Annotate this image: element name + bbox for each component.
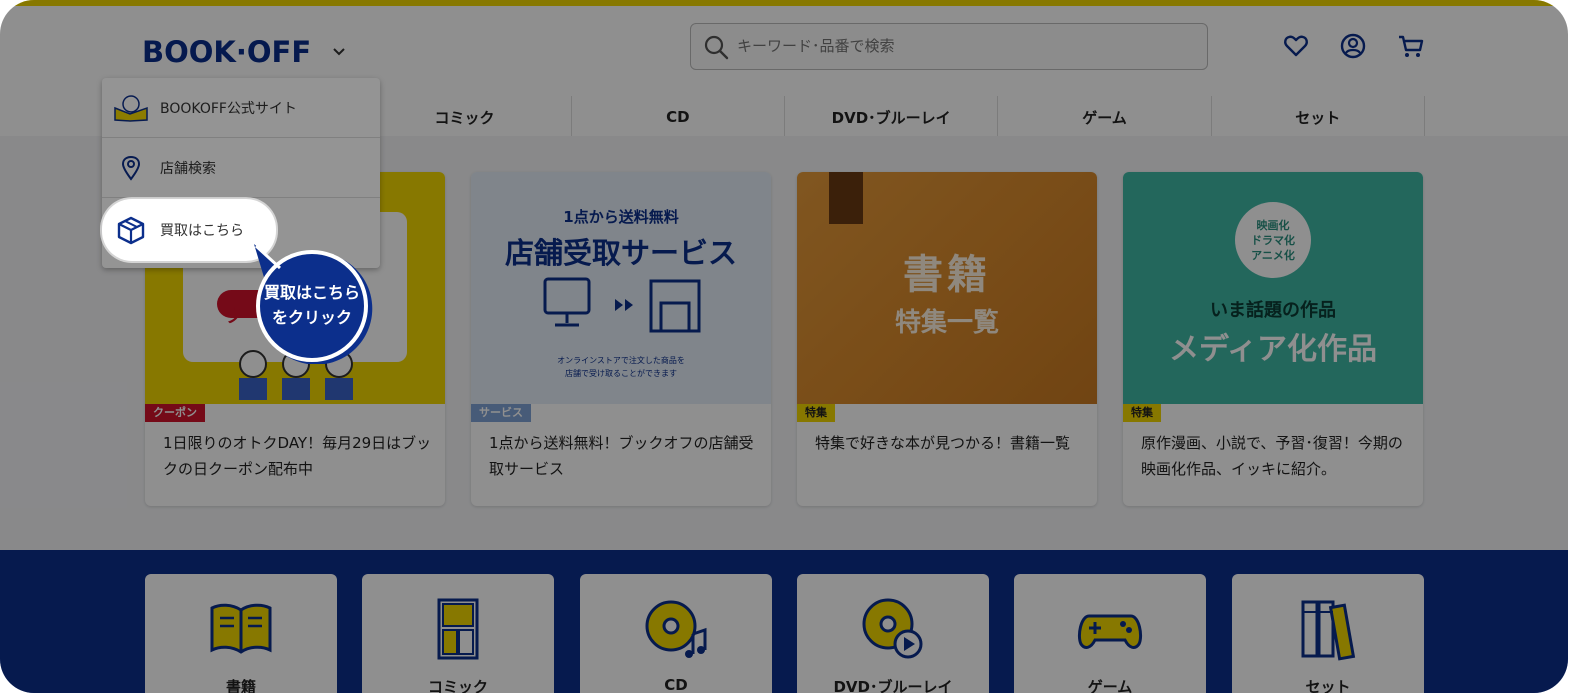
store-pickup-banner: 1点から送料無料 店舗受取サービス オンラインストアで注文した商品を 店舗で受け… bbox=[471, 172, 771, 404]
banner-title: 書籍 bbox=[903, 252, 991, 298]
dropdown-item-label: BOOKOFF公式サイト bbox=[160, 100, 297, 117]
banner-tag-anime: アニメ化 bbox=[1251, 249, 1295, 262]
banner-note-line2: 店舗で受け取ることができます bbox=[565, 369, 677, 378]
search-box bbox=[690, 23, 1208, 70]
books-feature-banner: 書籍 特集一覧 bbox=[797, 172, 1097, 404]
cd-music-icon bbox=[645, 600, 707, 658]
category-tile-games[interactable]: ゲーム bbox=[1014, 574, 1206, 693]
card-description: 1点から送料無料！ブックオフの店舗受取サービス bbox=[489, 434, 754, 478]
feature-card-books[interactable]: 書籍 特集一覧 特集 特集で好きな本が見つかる！書籍一覧 bbox=[797, 172, 1097, 506]
category-label: CD bbox=[664, 676, 688, 693]
cart-icon[interactable] bbox=[1397, 32, 1425, 60]
banner-title: 店舗受取サービス bbox=[504, 236, 737, 270]
feature-card-media[interactable]: 映画化 ドラマ化 アニメ化 いま話題の作品 メディア化作品 特集 原作漫画、小説… bbox=[1123, 172, 1423, 506]
banner-title: メディア化作品 bbox=[1169, 332, 1377, 367]
account-icon[interactable] bbox=[1339, 32, 1367, 60]
search-input[interactable] bbox=[737, 32, 1187, 60]
chevron-down-icon[interactable] bbox=[333, 44, 345, 60]
dvd-play-icon bbox=[862, 598, 923, 659]
category-section: 書籍 コミック CD DVD･ブルーレイ ゲーム セット bbox=[0, 550, 1568, 693]
location-pin-icon bbox=[102, 155, 160, 181]
book-set-icon bbox=[1301, 600, 1356, 661]
category-tile-cd[interactable]: CD bbox=[580, 574, 772, 693]
card-badge: クーポン bbox=[145, 404, 205, 422]
nav-item-sets[interactable]: セット bbox=[1212, 96, 1425, 138]
dropdown-item-label: 店舗検索 bbox=[160, 160, 216, 177]
category-label: 書籍 bbox=[225, 678, 256, 693]
nav-item-comics[interactable]: コミック bbox=[358, 96, 572, 138]
dropdown-item-store-search[interactable]: 店舗検索 bbox=[102, 138, 380, 198]
nav-item-cd[interactable]: CD bbox=[572, 96, 785, 138]
browser-frame: BOOK·OFF 書籍 コミック CD DVD･ブルーレイ ゲーム セット bbox=[0, 0, 1568, 693]
media-feature-banner: 映画化 ドラマ化 アニメ化 いま話題の作品 メディア化作品 bbox=[1123, 172, 1423, 404]
box-icon bbox=[102, 215, 160, 245]
logo[interactable]: BOOK·OFF bbox=[142, 28, 345, 76]
card-badge: 特集 bbox=[1123, 404, 1161, 422]
banner-subtitle: 特集一覧 bbox=[894, 308, 999, 338]
open-book-icon bbox=[210, 603, 272, 654]
callout-text: 買取はこちら をクリック bbox=[250, 280, 374, 330]
category-label: DVD･ブルーレイ bbox=[833, 678, 953, 693]
comic-panel-icon bbox=[437, 598, 479, 660]
banner-subtitle: いま話題の作品 bbox=[1210, 300, 1336, 321]
logo-text: BOOK·OFF bbox=[142, 35, 312, 69]
category-tile-comics[interactable]: コミック bbox=[362, 574, 554, 693]
gamepad-icon bbox=[1077, 614, 1143, 649]
bookoff-mascot-icon bbox=[102, 94, 160, 122]
card-badge: 特集 bbox=[797, 404, 835, 422]
banner-tag-drama: ドラマ化 bbox=[1251, 234, 1295, 247]
banner-tag-movie: 映画化 bbox=[1256, 219, 1290, 232]
heart-icon[interactable] bbox=[1282, 32, 1310, 60]
card-badge: サービス bbox=[471, 404, 531, 422]
category-label: セット bbox=[1305, 678, 1351, 693]
banner-note-line1: オンラインストアで注文した商品を bbox=[557, 356, 685, 365]
dropdown-item-label: 買取はこちら bbox=[160, 223, 244, 239]
category-tile-dvd[interactable]: DVD･ブルーレイ bbox=[797, 574, 989, 693]
search-icon[interactable] bbox=[703, 34, 729, 64]
category-tile-sets[interactable]: セット bbox=[1232, 574, 1424, 693]
feature-card-store-pickup[interactable]: 1点から送料無料 店舗受取サービス オンラインストアで注文した商品を 店舗で受け… bbox=[471, 172, 771, 506]
dropdown-item-official-site[interactable]: BOOKOFF公式サイト bbox=[102, 78, 380, 138]
callout-line1: 買取はこちら bbox=[263, 283, 360, 302]
banner-top-text: 1点から送料無料 bbox=[563, 208, 679, 226]
category-label: コミック bbox=[427, 678, 488, 693]
card-description: 特集で好きな本が見つかる！書籍一覧 bbox=[815, 434, 1071, 452]
category-label: ゲーム bbox=[1087, 678, 1133, 693]
category-tile-books[interactable]: 書籍 bbox=[145, 574, 337, 693]
nav-item-dvd[interactable]: DVD･ブルーレイ bbox=[785, 96, 999, 138]
callout-line2: をクリック bbox=[271, 308, 352, 327]
pc-to-store-icon bbox=[543, 277, 701, 333]
nav-item-games[interactable]: ゲーム bbox=[998, 96, 1212, 138]
card-description: 原作漫画、小説で、予習･復習！今期の映画化作品、イッキに紹介。 bbox=[1141, 434, 1403, 478]
card-description: 1日限りのオトクDAY！毎月29日はブックの日クーポン配布中 bbox=[163, 434, 432, 478]
